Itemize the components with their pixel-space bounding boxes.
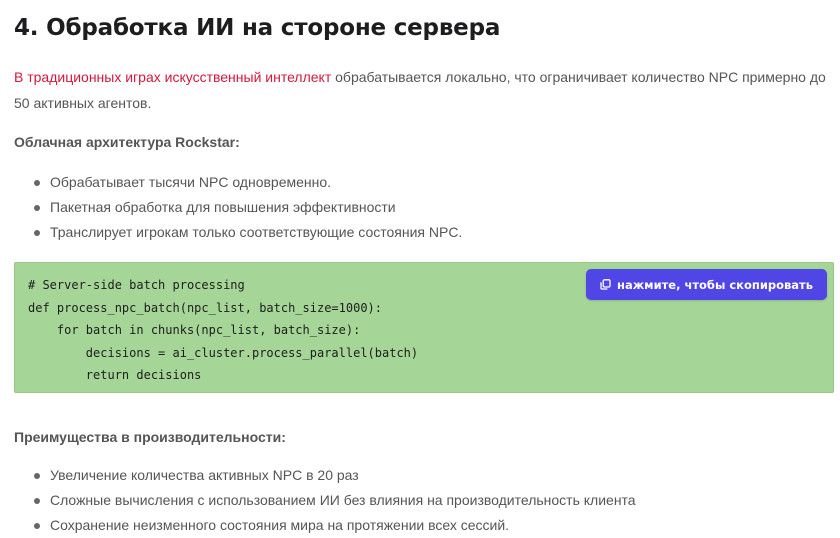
bullet-dot	[34, 498, 40, 504]
bullet-dot	[34, 205, 40, 211]
code-block: # Server-side batch processing def proces…	[14, 262, 834, 393]
code-line: def process_npc_batch(npc_list, batch_si…	[28, 300, 383, 315]
list-item: Транслирует игрокам только соответствующ…	[0, 220, 462, 245]
cloud-architecture-list: Обрабатывает тысячи NPC одновременно. Па…	[0, 170, 462, 245]
intro-paragraph: В традиционных играх искусственный интел…	[14, 64, 830, 116]
copy-icon	[600, 279, 611, 290]
bullet-dot	[34, 473, 40, 479]
section-title: 4. Обработка ИИ на стороне сервера	[14, 15, 501, 41]
bullet-dot	[34, 180, 40, 186]
copy-button-label: нажмите, чтобы скопировать	[617, 277, 813, 292]
list-item: Обрабатывает тысячи NPC одновременно.	[0, 170, 462, 195]
list-item: Увеличение количества активных NPC в 20 …	[0, 463, 636, 488]
list-item: Пакетная обработка для повышения эффекти…	[0, 195, 462, 220]
code-line: return decisions	[28, 368, 202, 382]
list-item-text: Обрабатывает тысячи NPC одновременно.	[50, 174, 332, 190]
code-line: decisions = ai_cluster.process_parallel(…	[28, 345, 419, 360]
intro-link[interactable]: В традиционных играх искусственный интел…	[14, 69, 331, 85]
bullet-dot	[34, 230, 40, 236]
list-item-text: Сохранение неизменного состояния мира на…	[50, 517, 510, 533]
performance-subheading: Преимущества в производительности:	[14, 429, 286, 445]
bullet-dot	[34, 523, 40, 529]
copy-code-button[interactable]: нажмите, чтобы скопировать	[586, 269, 827, 300]
list-item-text: Пакетная обработка для повышения эффекти…	[50, 199, 396, 215]
list-item-text: Транслирует игрокам только соответствующ…	[50, 224, 463, 240]
list-item: Сложные вычисления с использованием ИИ б…	[0, 488, 636, 513]
code-line: # Server-side batch processing	[28, 278, 245, 292]
code-content: # Server-side batch processing def proces…	[28, 274, 418, 387]
cloud-architecture-subheading: Облачная архитектура Rockstar:	[14, 134, 240, 150]
list-item-text: Сложные вычисления с использованием ИИ б…	[50, 492, 636, 508]
list-item-text: Увеличение количества активных NPC в 20 …	[50, 467, 359, 483]
code-line: for batch in chunks(npc_list, batch_size…	[28, 323, 361, 337]
list-item: Сохранение неизменного состояния мира на…	[0, 513, 636, 538]
performance-list: Увеличение количества активных NPC в 20 …	[0, 463, 636, 538]
